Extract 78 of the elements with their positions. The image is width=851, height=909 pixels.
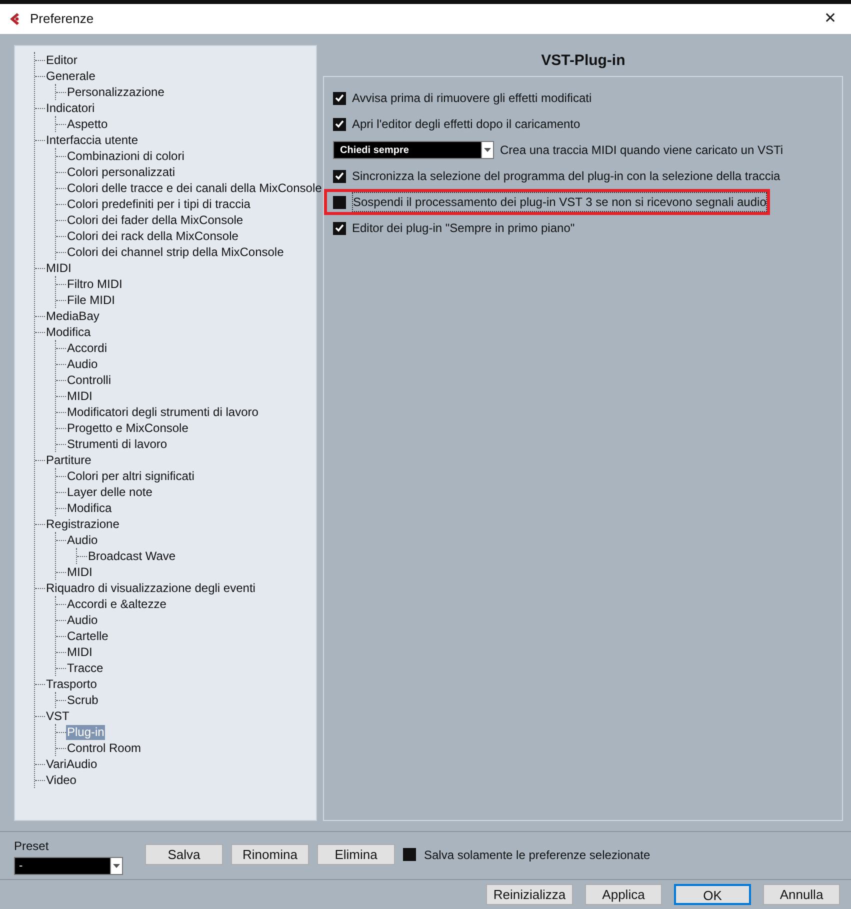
- tree-item[interactable]: MIDI: [66, 388, 94, 404]
- tree-item[interactable]: MIDI: [66, 564, 94, 580]
- tree-item[interactable]: Colori dei channel strip della MixConsole: [66, 244, 285, 260]
- caret-icon: [484, 148, 491, 152]
- tree-item[interactable]: Modifica: [45, 324, 92, 340]
- tree-item[interactable]: MIDI: [66, 644, 94, 660]
- panel-title: VST-Plug-in: [540, 51, 626, 71]
- app-logo-icon: [8, 12, 22, 26]
- tree-item[interactable]: Filtro MIDI: [66, 276, 124, 292]
- checkbox[interactable]: [333, 92, 346, 104]
- close-button[interactable]: ✕: [818, 8, 843, 30]
- tree-item[interactable]: Modifica: [66, 500, 113, 516]
- tree-item[interactable]: Audio: [66, 356, 99, 372]
- tree-item[interactable]: Combinazioni di colori: [66, 148, 186, 164]
- tree-item[interactable]: Registrazione: [45, 516, 120, 532]
- checkbox[interactable]: [333, 118, 346, 130]
- tree-item[interactable]: Controlli: [66, 372, 112, 388]
- option-label: Sospendi il processamento dei plug-in VST 3 se non si ricevono segnali audio: [352, 192, 768, 212]
- preset-label: Preset: [14, 838, 50, 855]
- tree-item[interactable]: Colori per altri significati: [66, 468, 196, 484]
- caret-icon: [113, 864, 120, 868]
- checkbox[interactable]: [333, 170, 346, 182]
- dialog-button[interactable]: Elimina: [317, 844, 395, 865]
- checkmark-icon: [335, 94, 344, 102]
- tree-item[interactable]: Editor: [45, 52, 78, 68]
- checkbox[interactable]: [333, 222, 346, 234]
- tree-item[interactable]: Partiture: [45, 452, 92, 468]
- option-label: Editor dei plug-in "Sempre in primo piano": [352, 220, 575, 237]
- dialog-button[interactable]: Annulla: [763, 884, 840, 905]
- tree-item[interactable]: Colori dei rack della MixConsole: [66, 228, 240, 244]
- tree-item[interactable]: Cartelle: [66, 628, 110, 644]
- tree-item[interactable]: Scrub: [66, 692, 100, 708]
- option-label: Apri l'editor degli effetti dopo il caricamento: [352, 116, 580, 133]
- tree-item[interactable]: Control Room: [66, 740, 142, 756]
- tree-item[interactable]: Video: [45, 772, 78, 788]
- tree-item[interactable]: Colori dei fader della MixConsole: [66, 212, 244, 228]
- dialog-button[interactable]: Reinizializza: [486, 884, 573, 905]
- tree-item[interactable]: Accordi: [66, 340, 108, 356]
- dialog-button[interactable]: Rinomina: [231, 844, 309, 865]
- option-label: Avvisa prima di rimuovere gli effetti modificati: [352, 90, 592, 107]
- tree-item[interactable]: Colori delle tracce e dei canali della MixConsole: [66, 180, 323, 196]
- tree-item[interactable]: Accordi e &altezze: [66, 596, 168, 612]
- tree-item[interactable]: Aspetto: [66, 116, 109, 132]
- tree-item[interactable]: Modificatori degli strumenti di lavoro: [66, 404, 260, 420]
- tree-item[interactable]: Indicatori: [45, 100, 96, 116]
- checkmark-icon: [335, 172, 344, 180]
- checkbox[interactable]: [403, 848, 416, 861]
- tree-item[interactable]: Trasporto: [45, 676, 98, 692]
- tree-item[interactable]: Strumenti di lavoro: [66, 436, 168, 452]
- tree-item[interactable]: MIDI: [45, 260, 72, 276]
- tree-item[interactable]: Progetto e MixConsole: [66, 420, 190, 436]
- tree-item[interactable]: Personalizzazione: [66, 84, 166, 100]
- tree-item[interactable]: Audio: [66, 532, 99, 548]
- checkbox[interactable]: [333, 196, 346, 208]
- window-title: Preferenze: [30, 10, 94, 28]
- dialog-button[interactable]: OK: [674, 884, 751, 905]
- tree-item[interactable]: VariAudio: [45, 756, 98, 772]
- tree-item[interactable]: MediaBay: [45, 308, 100, 324]
- tree-item[interactable]: Tracce: [66, 660, 104, 676]
- tree-item[interactable]: Broadcast Wave: [87, 548, 177, 564]
- tree-item[interactable]: Generale: [45, 68, 96, 84]
- dialog-button[interactable]: Salva: [145, 844, 223, 865]
- dialog-button[interactable]: Applica: [585, 884, 662, 905]
- tree-item[interactable]: Colori personalizzati: [66, 164, 176, 180]
- tree-item[interactable]: Interfaccia utente: [45, 132, 140, 148]
- tree-item[interactable]: Audio: [66, 612, 99, 628]
- preset-dropdown[interactable]: -: [14, 857, 123, 875]
- tree-item[interactable]: Colori predefiniti per i tipi di traccia: [66, 196, 252, 212]
- option-label: Sincronizza la selezione del programma del plug-in con la selezione della traccia: [352, 168, 780, 185]
- dropdown[interactable]: Chiedi sempre: [333, 141, 494, 159]
- tree-item[interactable]: Riquadro di visualizzazione degli eventi: [45, 580, 256, 596]
- tree-item[interactable]: VST: [45, 708, 70, 724]
- option-label: Salva solamente le preferenze selezionate: [424, 846, 650, 864]
- checkmark-icon: [335, 120, 344, 128]
- tree-item[interactable]: Layer delle note: [66, 484, 154, 500]
- tree-item[interactable]: File MIDI: [66, 292, 116, 308]
- checkmark-icon: [335, 224, 344, 232]
- option-label: Crea una traccia MIDI quando viene caricato un VSTi: [500, 142, 784, 159]
